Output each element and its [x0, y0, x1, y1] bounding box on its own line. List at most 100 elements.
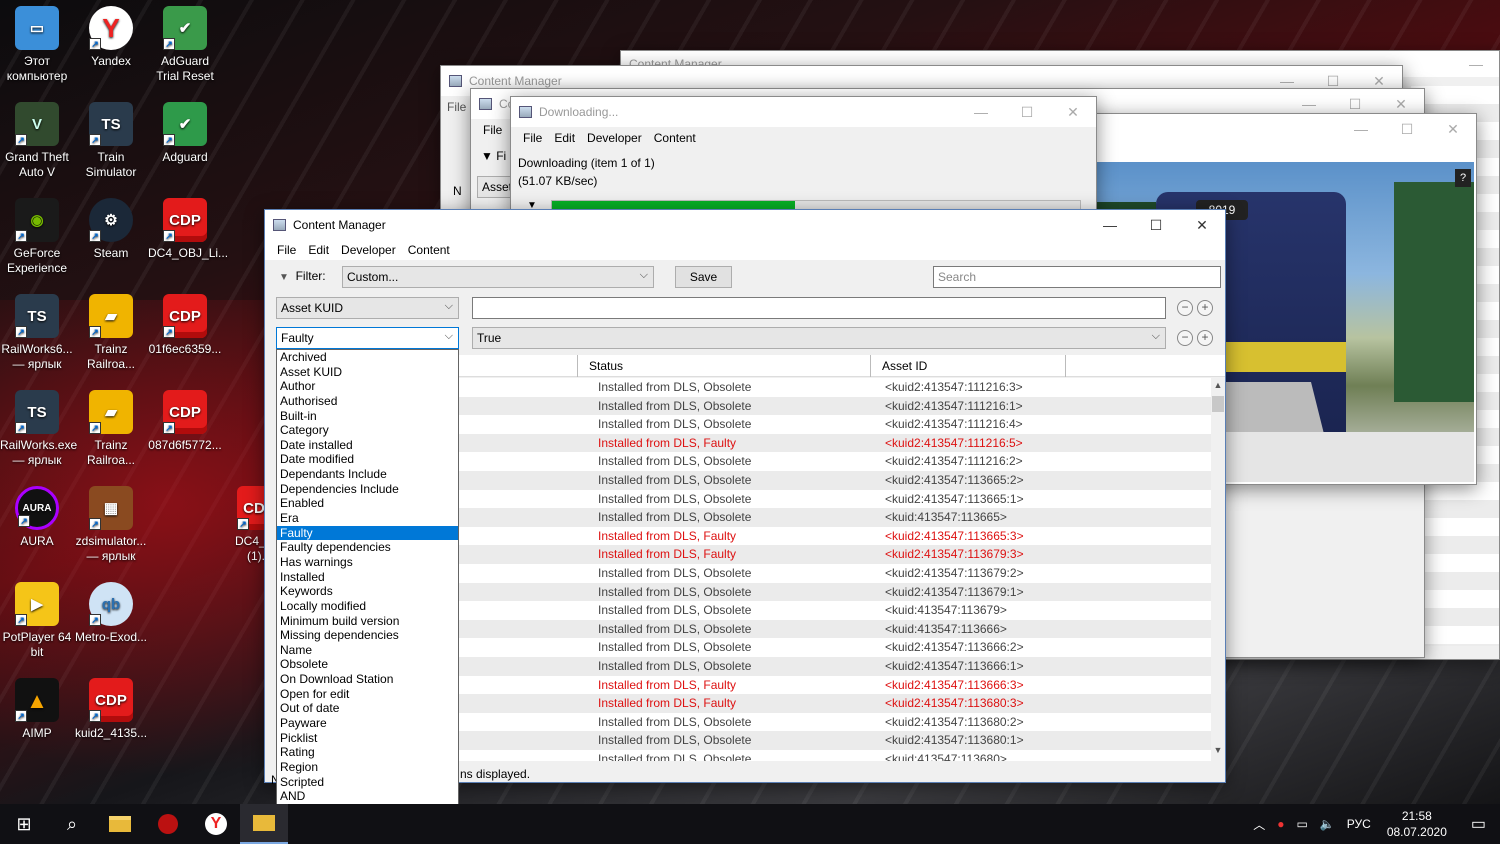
desktop-icon[interactable]: CDP ↗ 087d6f5772... — [148, 390, 222, 453]
minimize-icon[interactable]: — — [1453, 49, 1499, 79]
desktop-icon[interactable]: ▦ ↗ zdsimulator... — ярлык — [74, 486, 148, 564]
menu-file[interactable]: File — [517, 131, 548, 145]
dropdown-option[interactable]: Obsolete — [277, 657, 458, 672]
table-row[interactable]: Installed from DLS, Obsolete <kuid2:41354… — [459, 490, 1211, 509]
asset-table[interactable]: Installed from DLS, Obsolete <kuid2:41354… — [459, 378, 1211, 761]
add-condition-icon[interactable]: + — [1197, 300, 1213, 316]
add-condition-icon[interactable]: + — [1197, 330, 1213, 346]
dropdown-option[interactable]: Authorised — [277, 394, 458, 409]
search-icon[interactable]: ⌕ — [48, 804, 96, 844]
tray-app-icon[interactable]: ● — [1271, 817, 1290, 831]
kuid-value-input[interactable] — [472, 297, 1166, 319]
table-row[interactable]: Installed from DLS, Obsolete <kuid2:41354… — [459, 731, 1211, 750]
save-button[interactable]: Save — [675, 266, 732, 288]
menu-content[interactable]: Content — [648, 131, 702, 145]
dropdown-option[interactable]: Asset KUID — [277, 365, 458, 380]
minimize-icon[interactable]: — — [1087, 210, 1133, 240]
close-icon[interactable]: ✕ — [1430, 114, 1476, 144]
menu-developer[interactable]: Developer — [335, 243, 402, 257]
dropdown-option[interactable]: Date installed — [277, 438, 458, 453]
table-row[interactable]: Installed from DLS, Faulty <kuid2:413547:… — [459, 545, 1211, 564]
table-row[interactable]: Installed from DLS, Obsolete <kuid:413547… — [459, 508, 1211, 527]
table-row[interactable]: Installed from DLS, Obsolete <kuid2:41354… — [459, 713, 1211, 732]
condition-value-dropdown[interactable]: True ⌵ — [472, 327, 1166, 349]
menu-edit[interactable]: Edit — [302, 243, 335, 257]
dropdown-option[interactable]: Locally modified — [277, 599, 458, 614]
desktop-icon[interactable]: ⚙ ↗ Steam — [74, 198, 148, 261]
dropdown-option[interactable]: Region — [277, 760, 458, 775]
menu-file[interactable]: File — [271, 243, 302, 257]
table-row[interactable]: Installed from DLS, Obsolete <kuid2:41354… — [459, 396, 1211, 416]
field-dropdown-list[interactable]: Archived Asset KUID Author Authorised Built-… — [276, 349, 459, 833]
dropdown-option[interactable]: On Download Station — [277, 672, 458, 687]
desktop-icon[interactable]: ✔ ↗ AdGuard Trial Reset — [148, 6, 222, 84]
maximize-icon[interactable]: ☐ — [1384, 114, 1430, 144]
dropdown-option[interactable]: Faulty — [277, 525, 458, 541]
desktop-icon[interactable]: ◉ ↗ GeForce Experience — [0, 198, 74, 276]
desktop-icon[interactable]: Y ↗ Yandex — [74, 6, 148, 69]
start-button[interactable]: ⊞ — [0, 804, 48, 844]
table-row[interactable]: Installed from DLS, Obsolete <kuid:413547… — [459, 601, 1211, 620]
field-dropdown-1[interactable]: Asset KUID ⌵ — [276, 297, 459, 319]
dropdown-option[interactable]: Era — [277, 511, 458, 526]
dropdown-option[interactable]: Dependants Include — [277, 467, 458, 482]
gpu-app-icon[interactable] — [144, 804, 192, 844]
desktop-icon[interactable]: CDP ↗ DC4_OBJ_Li... — [148, 198, 228, 261]
column-asset-id[interactable]: Asset ID — [882, 359, 927, 373]
scroll-thumb[interactable] — [1212, 396, 1224, 412]
menu-content[interactable]: Content — [402, 243, 456, 257]
table-row[interactable]: Installed from DLS, Faulty <kuid2:413547:… — [459, 433, 1211, 453]
dropdown-option[interactable]: Minimum build version — [277, 614, 458, 629]
remove-condition-icon[interactable]: − — [1177, 300, 1193, 316]
table-row[interactable]: Installed from DLS, Obsolete <kuid2:41354… — [459, 656, 1211, 676]
desktop-icon[interactable]: ✔ ↗ Adguard — [148, 102, 222, 165]
desktop-icon[interactable]: CDP ↗ kuid2_4135... — [74, 678, 148, 741]
table-row[interactable]: Installed from DLS, Obsolete <kuid2:41354… — [459, 378, 1211, 397]
dropdown-option[interactable]: Installed — [277, 570, 458, 585]
dropdown-option[interactable]: Payware — [277, 716, 458, 731]
desktop-icon[interactable]: TS ↗ RailWorks.exe — ярлык — [0, 390, 77, 468]
table-row[interactable]: Installed from DLS, Obsolete <kuid2:41354… — [459, 470, 1211, 490]
yandex-browser-icon[interactable]: Y — [192, 804, 240, 844]
remove-condition-icon[interactable]: − — [1177, 330, 1193, 346]
dropdown-option[interactable]: Category — [277, 423, 458, 438]
notification-icon[interactable]: ▭ — [1457, 814, 1500, 834]
desktop-icon[interactable]: V ↗ Grand Theft Auto V — [0, 102, 74, 180]
filter-dropdown[interactable]: Custom... ⌵ — [342, 266, 654, 288]
column-separator[interactable] — [870, 355, 871, 377]
table-row[interactable]: Installed from DLS, Obsolete <kuid:413547… — [459, 750, 1211, 761]
table-row[interactable]: Installed from DLS, Obsolete <kuid2:41354… — [459, 638, 1211, 657]
collapse-icon[interactable]: ▼ — [279, 272, 289, 283]
table-scrollbar[interactable]: ▲ ▼ — [1211, 378, 1225, 761]
dropdown-option[interactable]: Enabled — [277, 496, 458, 511]
dropdown-option[interactable]: AND — [277, 789, 458, 804]
table-row[interactable]: Installed from DLS, Obsolete <kuid2:41354… — [459, 564, 1211, 583]
content-manager-taskbar-icon[interactable] — [240, 804, 288, 844]
dropdown-option[interactable]: Date modified — [277, 452, 458, 467]
language-indicator[interactable]: РУС — [1341, 817, 1377, 831]
chevron-up-icon[interactable]: ︿ — [1247, 816, 1271, 833]
menu-developer[interactable]: Developer — [581, 131, 648, 145]
dropdown-option[interactable]: Picklist — [277, 731, 458, 746]
dropdown-option[interactable]: Faulty dependencies — [277, 540, 458, 555]
scroll-down-icon[interactable]: ▼ — [1211, 745, 1225, 759]
desktop-icon[interactable]: CDP ↗ 01f6ec6359... — [148, 294, 222, 357]
desktop-icon[interactable]: TS ↗ Train Simulator — [74, 102, 148, 180]
table-row[interactable]: Installed from DLS, Obsolete <kuid2:41354… — [459, 415, 1211, 434]
dropdown-option[interactable]: Author — [277, 379, 458, 394]
menu-file[interactable]: File — [477, 123, 508, 137]
maximize-icon[interactable]: ☐ — [1133, 210, 1179, 240]
close-icon[interactable]: ✕ — [1050, 97, 1096, 127]
table-row[interactable]: Installed from DLS, Faulty <kuid2:413547:… — [459, 676, 1211, 695]
column-separator[interactable] — [1065, 355, 1066, 377]
dropdown-option[interactable]: Open for edit — [277, 687, 458, 702]
dropdown-option[interactable]: Name — [277, 643, 458, 658]
desktop-icon[interactable]: ▰ ↗ Trainz Railroa... — [74, 390, 148, 468]
dropdown-option[interactable]: Out of date — [277, 701, 458, 716]
dropdown-option[interactable]: Scripted — [277, 775, 458, 790]
table-row[interactable]: Installed from DLS, Obsolete <kuid2:41354… — [459, 582, 1211, 602]
network-icon[interactable]: ▭ — [1290, 817, 1313, 831]
column-separator[interactable] — [577, 355, 578, 377]
desktop-icon[interactable]: ▰ ↗ Trainz Railroa... — [74, 294, 148, 372]
volume-icon[interactable]: 🔈 — [1314, 817, 1341, 831]
